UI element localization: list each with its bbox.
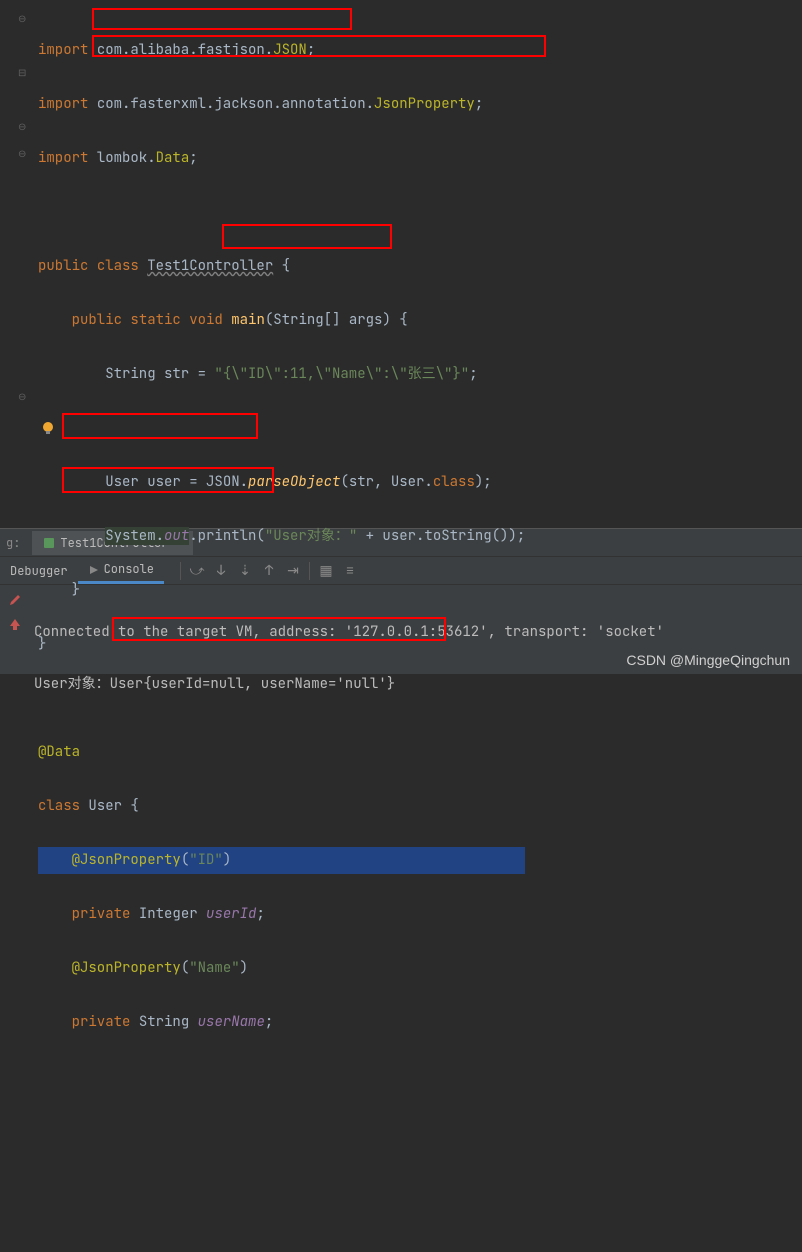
code-content[interactable]: import com.alibaba.fastjson.JSON; import… bbox=[30, 0, 525, 528]
watermark: CSDN @MinggeQingchun bbox=[626, 647, 790, 673]
console-gutter bbox=[0, 585, 30, 675]
console-output[interactable]: Connected to the target VM, address: '12… bbox=[0, 585, 802, 675]
highlight-box bbox=[222, 224, 392, 249]
editor-gutter: ⊖ ⊟ ⊖ ⊖ ⊖ bbox=[0, 0, 30, 528]
highlight-box bbox=[92, 8, 352, 30]
up-arrow-icon[interactable] bbox=[8, 617, 22, 631]
console-text: Connected to the target VM, address: '12… bbox=[30, 585, 802, 675]
run-label: g: bbox=[6, 535, 20, 551]
code-editor[interactable]: ⊖ ⊟ ⊖ ⊖ ⊖ import com.alibaba.fastjson.JS… bbox=[0, 0, 802, 528]
edit-icon[interactable] bbox=[8, 593, 22, 607]
